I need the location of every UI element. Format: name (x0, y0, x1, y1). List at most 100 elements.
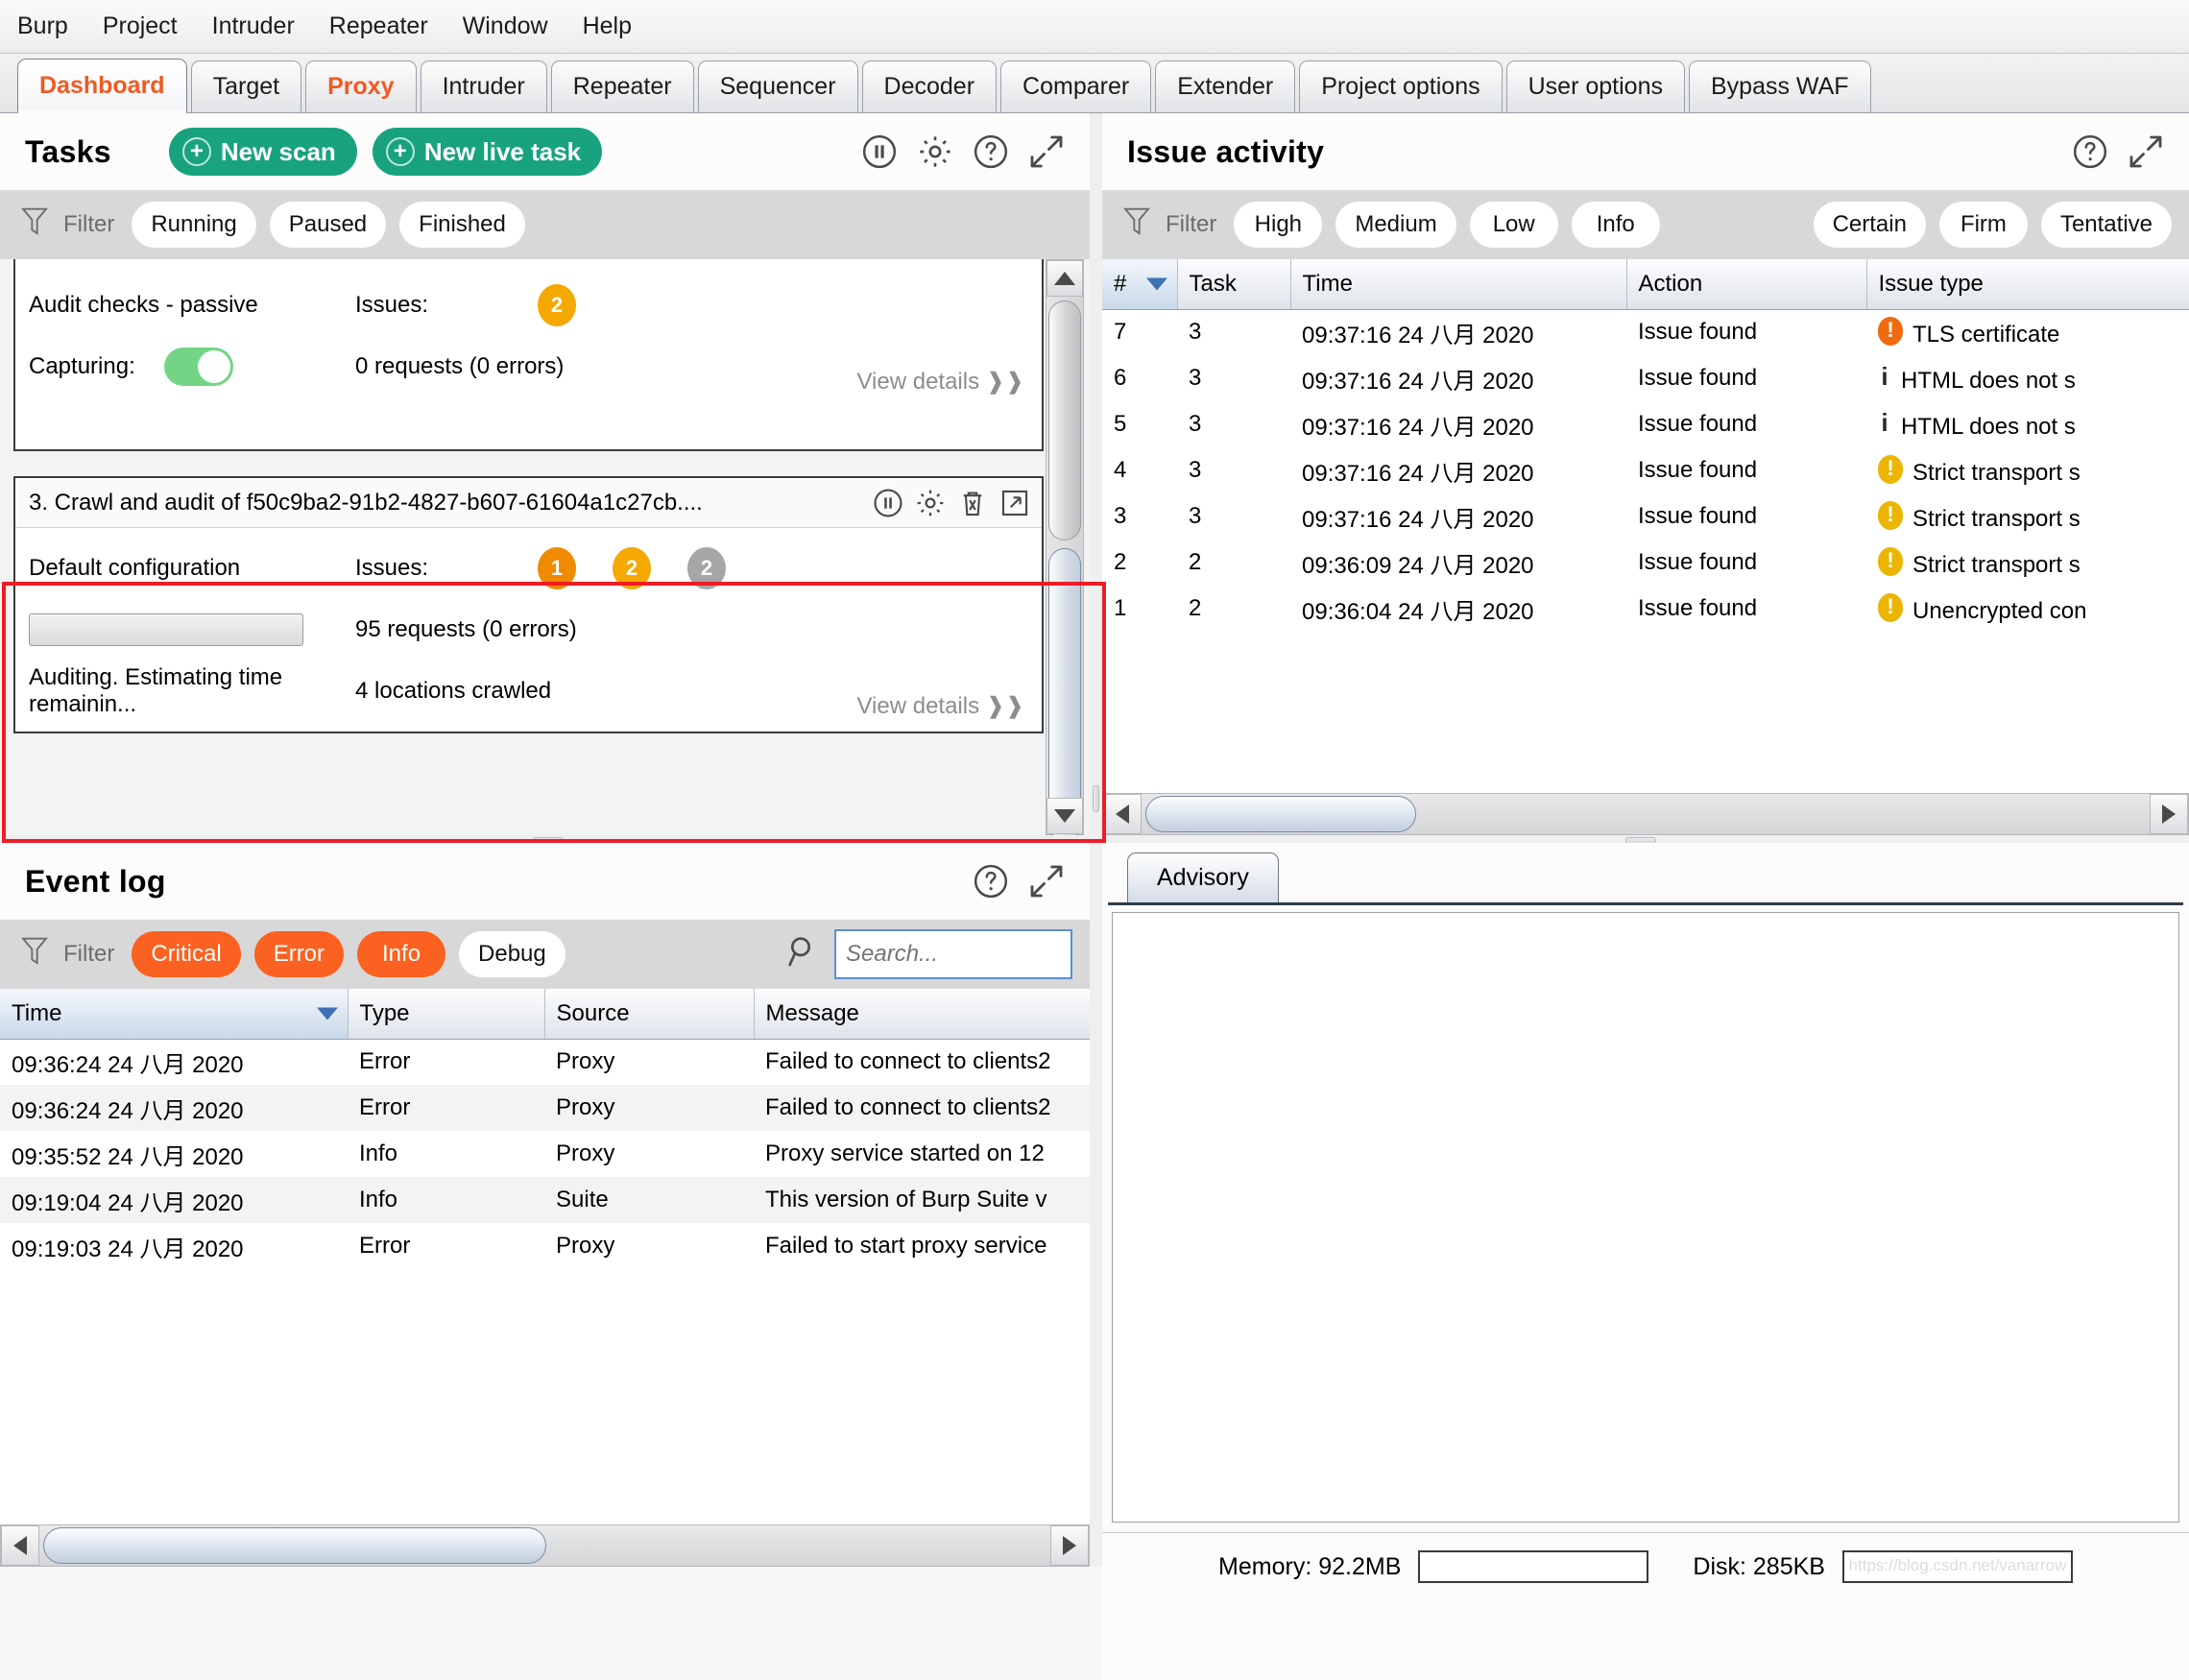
table-row[interactable]: 09:36:24 24 八月 2020ErrorProxyFailed to c… (0, 1085, 1090, 1131)
magnifier-icon[interactable] (784, 932, 823, 976)
scroll-down-arrow[interactable] (1046, 798, 1083, 834)
menu-item-window[interactable]: Window (459, 10, 552, 43)
chip-firm[interactable]: Firm (1939, 202, 2028, 248)
menu-item-repeater[interactable]: Repeater (325, 10, 432, 43)
capturing-toggle[interactable] (164, 348, 233, 386)
tab-extender[interactable]: Extender (1155, 60, 1295, 112)
view-details-link[interactable]: View details ❱❱ (856, 368, 1024, 396)
tab-dashboard[interactable]: Dashboard (17, 59, 187, 112)
column-header-type[interactable]: Type (348, 989, 544, 1039)
event-log-horizontal-scrollbar[interactable] (0, 1524, 1090, 1567)
chip-low[interactable]: Low (1470, 202, 1558, 248)
table-row[interactable]: 09:19:04 24 八月 2020InfoSuiteThis version… (0, 1177, 1090, 1223)
column-header-source[interactable]: Source (544, 989, 754, 1039)
menu-item-help[interactable]: Help (579, 10, 636, 43)
chip-running[interactable]: Running (132, 202, 255, 248)
vertical-splitter[interactable] (1090, 113, 1102, 1567)
tab-bypass-waf[interactable]: Bypass WAF (1689, 60, 1871, 112)
expand-icon[interactable] (1024, 130, 1069, 174)
tab-decoder[interactable]: Decoder (862, 60, 998, 112)
task-card-crawl-audit[interactable]: 3. Crawl and audit of f50c9ba2-91b2-4827… (13, 476, 1044, 733)
new-scan-button[interactable]: + New scan (169, 128, 357, 176)
pause-icon[interactable] (869, 484, 907, 522)
tab-sequencer[interactable]: Sequencer (698, 60, 858, 112)
gear-icon[interactable] (911, 484, 950, 522)
tab-user-options[interactable]: User options (1506, 60, 1685, 112)
scroll-thumb[interactable] (1145, 796, 1416, 832)
advisory-content-area (1112, 912, 2179, 1523)
issue-badge-medium: 2 (613, 547, 651, 589)
requests-row: 95 requests (0 errors) (355, 599, 1028, 660)
chip-tentative[interactable]: Tentative (2041, 202, 2172, 248)
column-header-time[interactable]: Time (1290, 259, 1626, 309)
event-log-filter-bar: Filter Critical Error Info Debug (0, 920, 1090, 989)
new-live-task-button[interactable]: + New live task (373, 128, 602, 176)
table-row[interactable]: 09:35:52 24 八月 2020InfoProxyProxy servic… (0, 1131, 1090, 1177)
scroll-thumb[interactable] (1048, 548, 1081, 835)
scroll-thumb-upper[interactable] (1048, 300, 1081, 540)
expand-icon[interactable] (1024, 859, 1069, 903)
column-header-message[interactable]: Message (754, 989, 1090, 1039)
tab-comparer[interactable]: Comparer (1000, 60, 1151, 112)
issue-type-text: TLS certificate (1912, 322, 2059, 348)
table-row[interactable]: 2209:36:09 24 八月 2020Issue foundStrict t… (1102, 540, 2189, 586)
search-input[interactable] (834, 929, 1072, 979)
tab-target[interactable]: Target (191, 60, 301, 112)
view-details-link[interactable]: View details ❱❱ (856, 692, 1024, 720)
gear-icon[interactable] (913, 130, 957, 174)
chip-paused[interactable]: Paused (270, 202, 386, 248)
column-header-action[interactable]: Action (1626, 259, 1866, 309)
menu-item-project[interactable]: Project (99, 10, 181, 43)
table-row[interactable]: 7309:37:16 24 八月 2020Issue foundTLS cert… (1102, 309, 2189, 355)
expand-icon[interactable] (2124, 130, 2168, 174)
popout-icon[interactable] (996, 484, 1034, 522)
help-icon[interactable] (969, 859, 1013, 903)
pause-icon[interactable] (857, 130, 902, 174)
tab-repeater[interactable]: Repeater (551, 60, 694, 112)
scroll-right-arrow[interactable] (2150, 794, 2188, 834)
table-row[interactable]: 09:19:03 24 八月 2020ErrorProxyFailed to s… (0, 1223, 1090, 1269)
task-card-passive-audit[interactable]: Audit checks - passive Capturing: Issues… (13, 259, 1044, 451)
disk-meter[interactable]: https://blog.csdn.net/vanarrow (1842, 1550, 2073, 1583)
column-header-time[interactable]: Time (0, 989, 348, 1039)
scroll-left-arrow[interactable] (1103, 794, 1142, 834)
plus-icon: + (182, 137, 211, 166)
issues-row: Issues: 2 (355, 275, 1028, 336)
chip-high[interactable]: High (1234, 202, 1322, 248)
table-row[interactable]: 4309:37:16 24 八月 2020Issue foundStrict t… (1102, 447, 2189, 493)
scroll-left-arrow[interactable] (1, 1525, 39, 1566)
chip-info[interactable]: Info (1572, 202, 1660, 248)
table-row[interactable]: 3309:37:16 24 八月 2020Issue foundStrict t… (1102, 493, 2189, 540)
table-row[interactable]: 09:36:24 24 八月 2020ErrorProxyFailed to c… (0, 1039, 1090, 1085)
chip-critical[interactable]: Critical (132, 931, 240, 977)
tab-intruder[interactable]: Intruder (421, 60, 547, 112)
table-row[interactable]: 5309:37:16 24 八月 2020Issue foundHTML doe… (1102, 401, 2189, 447)
scroll-right-arrow[interactable] (1050, 1525, 1089, 1566)
menu-item-intruder[interactable]: Intruder (208, 10, 299, 43)
chip-error[interactable]: Error (254, 931, 344, 977)
tasks-vertical-scrollbar[interactable] (1046, 259, 1084, 835)
column-header-issue-type[interactable]: Issue type (1866, 259, 2189, 309)
memory-meter[interactable] (1418, 1550, 1648, 1583)
tab-project-options[interactable]: Project options (1299, 60, 1502, 112)
issue-horizontal-scrollbar[interactable] (1102, 793, 2189, 835)
chip-info[interactable]: Info (357, 931, 445, 977)
splitter-grip[interactable] (1093, 785, 1099, 812)
table-row[interactable]: 6309:37:16 24 八月 2020Issue foundHTML doe… (1102, 355, 2189, 401)
chip-debug[interactable]: Debug (459, 931, 565, 977)
tab-advisory[interactable]: Advisory (1127, 852, 1279, 902)
scroll-up-arrow[interactable] (1046, 260, 1083, 297)
issue-badge-medium: 2 (538, 284, 576, 326)
chip-medium[interactable]: Medium (1335, 202, 1455, 248)
help-icon[interactable] (2068, 130, 2112, 174)
help-icon[interactable] (969, 130, 1013, 174)
trash-icon[interactable] (953, 484, 992, 522)
menu-item-burp[interactable]: Burp (13, 10, 72, 43)
table-row[interactable]: 1209:36:04 24 八月 2020Issue foundUnencryp… (1102, 586, 2189, 632)
scroll-thumb[interactable] (43, 1527, 546, 1564)
column-header-num[interactable]: # (1102, 259, 1177, 309)
chip-certain[interactable]: Certain (1814, 202, 1926, 248)
chip-finished[interactable]: Finished (399, 202, 525, 248)
column-header-task[interactable]: Task (1177, 259, 1290, 309)
tab-proxy[interactable]: Proxy (305, 60, 416, 112)
